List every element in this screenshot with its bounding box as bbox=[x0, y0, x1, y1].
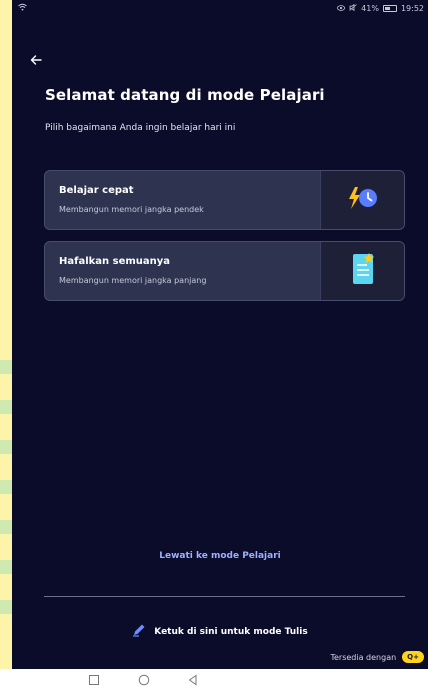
backdrop-stripe bbox=[0, 440, 12, 454]
option-title: Hafalkan semuanya bbox=[59, 256, 171, 267]
clock-time: 19:52 bbox=[400, 3, 424, 13]
option-card-quick-learn[interactable]: Belajar cepat Membangun memori jangka pe… bbox=[44, 170, 405, 230]
wifi-icon bbox=[18, 3, 27, 13]
back-arrow-icon[interactable] bbox=[30, 52, 48, 70]
option-description: Membangun memori jangka pendek bbox=[59, 205, 204, 214]
backdrop-stripe bbox=[0, 360, 12, 374]
available-label: Tersedia dengan bbox=[330, 652, 397, 662]
quizlet-plus-badge: Q+ bbox=[402, 651, 424, 663]
option-icon-area bbox=[320, 171, 404, 229]
available-with: Tersedia dengan Q+ bbox=[330, 651, 424, 663]
backdrop-stripe bbox=[0, 480, 12, 494]
backdrop-stripe bbox=[0, 400, 12, 414]
option-icon-area bbox=[320, 242, 404, 300]
eye-icon bbox=[337, 4, 346, 13]
page-subtitle: Pilih bagaimana Anda ingin belajar hari … bbox=[45, 123, 236, 133]
document-star-icon bbox=[351, 252, 375, 290]
lightning-clock-icon bbox=[347, 185, 379, 215]
write-mode-button[interactable]: Ketuk di sini untuk mode Tulis bbox=[12, 623, 428, 640]
backdrop-stripe bbox=[0, 560, 12, 574]
battery-icon bbox=[382, 4, 397, 12]
app-screen: 41% 19:52 Selamat datang di mode Pelajar… bbox=[12, 0, 428, 669]
option-card-memorize-all[interactable]: Hafalkan semuanya Membangun memori jangk… bbox=[44, 241, 405, 301]
square-icon[interactable] bbox=[87, 672, 101, 686]
divider bbox=[44, 596, 405, 597]
page-title: Selamat datang di mode Pelajari bbox=[45, 86, 325, 104]
status-bar: 41% 19:52 bbox=[12, 0, 428, 16]
battery-percent: 41% bbox=[361, 3, 379, 13]
option-title: Belajar cepat bbox=[59, 185, 134, 196]
option-card-text: Belajar cepat Membangun memori jangka pe… bbox=[45, 171, 320, 229]
option-description: Membangun memori jangka panjang bbox=[59, 276, 207, 285]
skip-to-learn-mode-link[interactable]: Lewati ke mode Pelajari bbox=[12, 551, 428, 561]
backdrop-stripe bbox=[0, 600, 12, 614]
mute-icon bbox=[349, 3, 357, 13]
triangle-back-icon[interactable] bbox=[186, 672, 200, 686]
backdrop-stripe bbox=[0, 520, 12, 534]
pen-icon bbox=[132, 623, 146, 640]
option-card-text: Hafalkan semuanya Membangun memori jangk… bbox=[45, 242, 320, 300]
write-mode-label: Ketuk di sini untuk mode Tulis bbox=[154, 626, 308, 637]
circle-icon[interactable] bbox=[137, 672, 151, 686]
system-nav-bar bbox=[0, 669, 428, 689]
status-right: 41% 19:52 bbox=[337, 3, 424, 13]
